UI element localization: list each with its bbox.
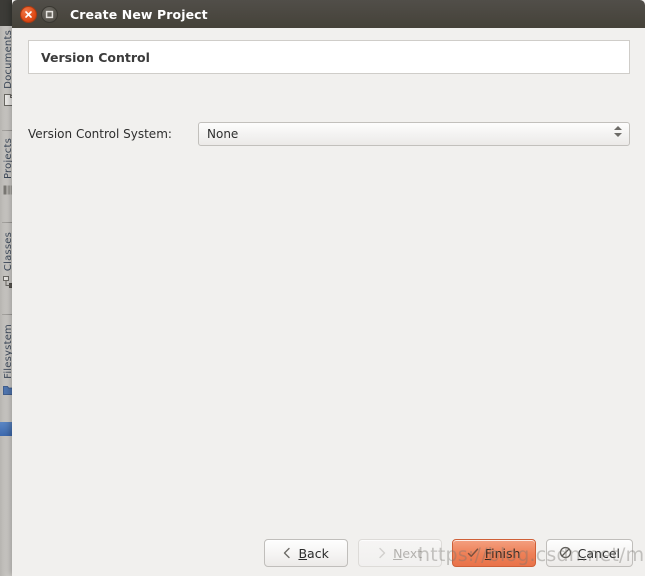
page-title: Version Control: [41, 49, 150, 65]
chevron-left-icon: [282, 544, 292, 563]
dialog-button-bar: Back Next Finish Cancel: [263, 539, 633, 567]
chevron-right-icon: [377, 544, 387, 563]
version-control-system-combobox[interactable]: None: [198, 122, 630, 146]
version-control-system-label: Version Control System:: [28, 127, 172, 141]
back-button[interactable]: Back: [263, 539, 348, 567]
cancel-button[interactable]: Cancel: [545, 539, 633, 567]
create-new-project-dialog: Create New Project Version Control Versi…: [12, 0, 645, 576]
screen-root: Documents Projects Classes Filesystem Cr…: [0, 0, 645, 576]
back-button-label: Back: [298, 545, 329, 561]
next-button[interactable]: Next: [357, 539, 442, 567]
window-title: Create New Project: [70, 6, 208, 22]
finish-button-label: Finish: [484, 545, 521, 561]
check-icon: [467, 544, 479, 563]
finish-button[interactable]: Finish: [451, 539, 536, 567]
next-button-label: Next: [393, 545, 423, 561]
dialog-body: Version Control Version Control System: …: [12, 28, 645, 576]
combobox-value: None: [207, 127, 239, 141]
chevron-up-icon: [614, 126, 622, 130]
dialog-titlebar[interactable]: Create New Project: [12, 0, 645, 28]
cancel-button-label: Cancel: [577, 545, 620, 561]
version-control-system-row: Version Control System: None: [28, 122, 630, 146]
chevron-updown-icon[interactable]: [614, 126, 622, 137]
maximize-icon[interactable]: [41, 5, 58, 23]
no-entry-icon: [559, 544, 572, 563]
close-icon[interactable]: [20, 5, 37, 23]
page-header-banner: Version Control: [28, 40, 630, 74]
chevron-down-icon: [614, 133, 622, 137]
